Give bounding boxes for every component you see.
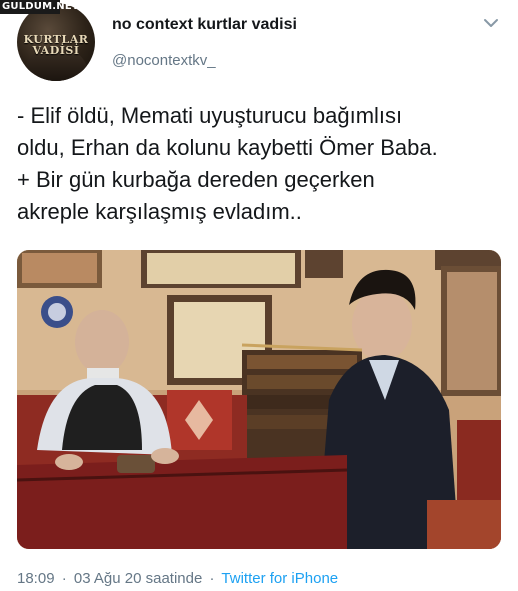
meta-separator: · <box>61 570 67 587</box>
avatar[interactable]: KURTLAR VADİSİ <box>17 3 95 81</box>
tweet-line: + Bir gün kurbağa dereden geçerken <box>17 167 375 192</box>
tweet-line: akreple karşılaşmış evladım.. <box>17 199 302 224</box>
tweet-time: 18:09 <box>17 570 55 587</box>
tweet-text: - Elif öldü, Memati uyuşturucu bağımlısı… <box>17 100 507 228</box>
tweet-date[interactable]: 03 Ağu 20 saatinde <box>74 570 202 587</box>
user-handle[interactable]: @nocontextkv_ <box>112 52 216 69</box>
meta-separator: · <box>209 570 215 587</box>
chevron-down-icon[interactable] <box>482 16 500 30</box>
tweet-line: - Elif öldü, Memati uyuşturucu bağımlısı <box>17 103 403 128</box>
avatar-logo-line2: VADİSİ <box>32 44 80 57</box>
display-name[interactable]: no context kurtlar vadisi <box>112 16 297 34</box>
tweet-source-link[interactable]: Twitter for iPhone <box>221 570 338 587</box>
tweet-media-image[interactable] <box>17 250 501 549</box>
tv-scene-illustration <box>17 250 501 549</box>
watermark: GULDUM.NET <box>0 0 79 14</box>
tweet-meta: 18:09 · 03 Ağu 20 saatinde · Twitter for… <box>17 570 338 587</box>
tweet-line: oldu, Erhan da kolunu kaybetti Ömer Baba… <box>17 135 438 160</box>
